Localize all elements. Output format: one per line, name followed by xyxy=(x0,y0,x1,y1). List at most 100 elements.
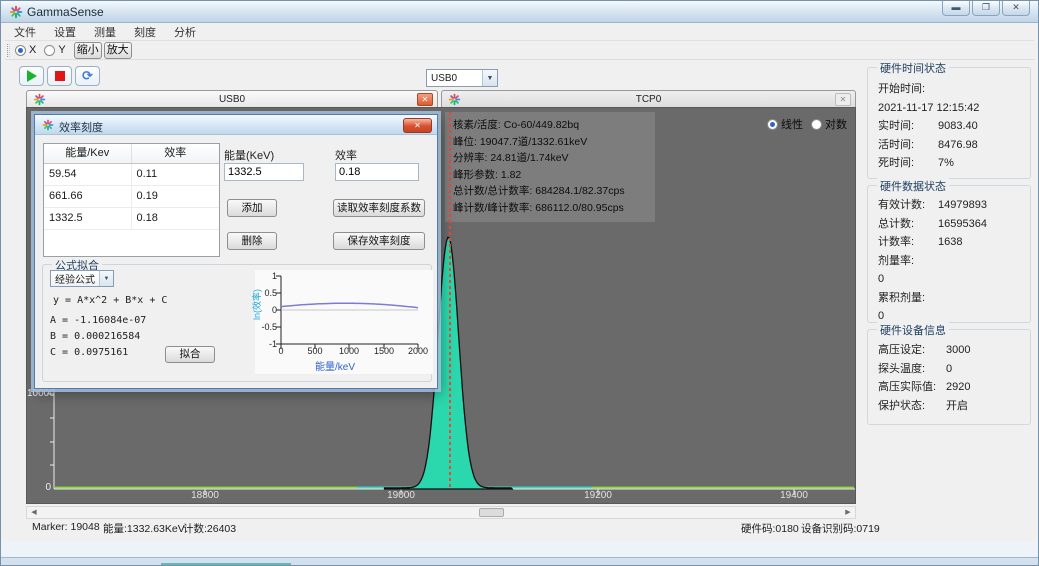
info-peak-position: 峰位: 19047.7道/1332.61keV xyxy=(453,134,647,151)
formula-select[interactable]: 经验公式 ▼ xyxy=(50,270,114,287)
tab-tcp0-close-icon[interactable]: ✕ xyxy=(835,93,851,106)
info-total-counts: 总计数/总计数率: 684284.1/82.37cps xyxy=(453,183,647,200)
x-tick-19400: 19400 xyxy=(774,490,814,501)
status-row: 高压设定:3000 xyxy=(878,341,1020,360)
window-bottom-frame xyxy=(1,541,1038,557)
delete-button[interactable]: 删除 xyxy=(227,232,277,250)
menu-settings[interactable]: 设置 xyxy=(45,23,85,41)
title-bar[interactable]: GammaSense ▬ ❐ ✕ xyxy=(1,1,1038,23)
table-header: 能量/Kev 效率 xyxy=(44,144,219,164)
window-title: GammaSense xyxy=(27,5,104,19)
fit-x-tick: 2000 xyxy=(403,346,433,356)
tab-tcp0[interactable]: TCP0 ✕ xyxy=(441,90,856,108)
scroll-right-icon[interactable]: ▶ xyxy=(841,507,855,518)
dialog-title-bar[interactable]: 效率刻度 ✕ xyxy=(35,115,437,135)
x-tick-19200: 19200 xyxy=(578,490,618,501)
formula-select-value: 经验公式 xyxy=(51,271,99,286)
status-row: 累积剂量: xyxy=(878,289,1020,308)
energy-input[interactable] xyxy=(224,163,304,181)
device-select[interactable]: USB0 ▼ xyxy=(426,69,498,87)
hardware-data-status-group: 硬件数据状态 有效计数:14979893 总计数:16595364 计数率:16… xyxy=(867,185,1031,323)
tab-usb0-close-icon[interactable]: ✕ xyxy=(417,93,433,106)
device-id: 设备识别码:0719 xyxy=(801,521,880,536)
menu-measure[interactable]: 测量 xyxy=(85,23,125,41)
tab-usb0-label: USB0 xyxy=(27,94,437,105)
cell-efficiency: 0.11 xyxy=(132,164,220,185)
axis-y-radio[interactable] xyxy=(44,45,55,56)
coefficient-b: B = 0.000216584 xyxy=(50,331,140,342)
minimize-button[interactable]: ▬ xyxy=(942,1,970,16)
scale-radio-group: 线性 对数 xyxy=(767,116,855,132)
status-row: 死时间:7% xyxy=(878,154,1020,173)
table-row[interactable]: 661.66 0.19 xyxy=(44,186,219,208)
menu-file[interactable]: 文件 xyxy=(5,23,45,41)
zoom-in-button[interactable]: 放大 xyxy=(104,42,132,59)
fit-y-tick: 1 xyxy=(255,271,277,281)
status-row: 2021-11-17 12:15:42 xyxy=(878,99,1020,118)
hardware-device-info-group: 硬件设备信息 高压设定:3000 探头温度:0 高压实际值:2920 保护状态:… xyxy=(867,329,1031,425)
group-title: 硬件时间状态 xyxy=(877,60,949,76)
group-title: 硬件数据状态 xyxy=(877,178,949,194)
maximize-button[interactable]: ❐ xyxy=(972,1,1000,16)
scrollbar-thumb[interactable] xyxy=(479,508,504,517)
marker-line[interactable] xyxy=(449,112,451,489)
menu-calibration[interactable]: 刻度 xyxy=(125,23,165,41)
menu-analysis[interactable]: 分析 xyxy=(165,23,205,41)
efficiency-input[interactable] xyxy=(335,163,419,181)
play-icon xyxy=(27,70,37,82)
hardware-code: 硬件码:0180 xyxy=(741,521,799,536)
fit-x-tick: 1500 xyxy=(369,346,399,356)
log-scale-label: 对数 xyxy=(825,116,847,132)
close-button[interactable]: ✕ xyxy=(1002,1,1030,16)
app-window: GammaSense ▬ ❐ ✕ 文件 设置 测量 刻度 分析 X Y 缩小 放… xyxy=(0,0,1039,566)
read-coefficients-button[interactable]: 读取效率刻度系数 xyxy=(333,199,425,217)
scrollbar-track[interactable] xyxy=(41,507,841,518)
coefficient-c: C = 0.0975161 xyxy=(50,347,128,358)
fit-y-axis-label: ln(效率) xyxy=(250,289,263,320)
start-button[interactable] xyxy=(19,66,44,86)
y-tick-0: 0 xyxy=(27,482,51,493)
table-row[interactable]: 1332.5 0.18 xyxy=(44,208,219,230)
info-nuclide-activity: 核素/活度: Co-60/449.82bq xyxy=(453,117,647,134)
dialog-close-button[interactable]: ✕ xyxy=(403,118,432,133)
fit-x-tick: 500 xyxy=(300,346,330,356)
scroll-left-icon[interactable]: ◀ xyxy=(27,507,41,518)
status-row: 高压实际值:2920 xyxy=(878,378,1020,397)
fit-x-tick: 1000 xyxy=(334,346,364,356)
col-energy-header: 能量/Kev xyxy=(44,144,132,163)
info-shape-parameter: 峰形参数: 1.82 xyxy=(453,167,647,184)
toolbar-grip[interactable] xyxy=(7,44,10,57)
table-row[interactable]: 59.54 0.11 xyxy=(44,164,219,186)
peak-info-overlay: 核素/活度: Co-60/449.82bq 峰位: 19047.7道/1332.… xyxy=(445,112,655,222)
menu-bar: 文件 设置 测量 刻度 分析 xyxy=(5,23,1034,40)
group-title: 硬件设备信息 xyxy=(877,322,949,338)
axis-y-label: Y xyxy=(58,44,65,56)
log-scale-radio[interactable] xyxy=(811,119,822,130)
coefficient-a: A = -1.16084e-07 xyxy=(50,315,146,326)
save-calibration-button[interactable]: 保存效率刻度 xyxy=(333,232,425,250)
info-resolution: 分辨率: 24.81道/1.74keV xyxy=(453,150,647,167)
linear-scale-radio[interactable] xyxy=(767,119,778,130)
stop-button[interactable] xyxy=(47,66,72,86)
axis-x-radio[interactable] xyxy=(15,45,26,56)
status-bar: Marker: 19048 能量:1332.63KeV 计数:26403 硬件码… xyxy=(1,518,1038,536)
x-tick-19000: 19000 xyxy=(381,490,421,501)
calibration-table[interactable]: 能量/Kev 效率 59.54 0.11 661.66 0.19 1332.5 … xyxy=(43,143,220,257)
fit-x-tick: 0 xyxy=(266,346,296,356)
efficiency-calibration-dialog: 效率刻度 ✕ 能量/Kev 效率 59.54 0.11 661.66 0.19 … xyxy=(34,114,438,389)
device-select-value: USB0 xyxy=(427,73,482,84)
add-button[interactable]: 添加 xyxy=(227,199,277,217)
status-row: 实时间:9083.40 xyxy=(878,117,1020,136)
y-tick-10000: 10000 xyxy=(27,388,51,399)
zoom-out-button[interactable]: 缩小 xyxy=(74,42,102,59)
counts-status: 计数:26403 xyxy=(183,521,236,536)
cell-efficiency: 0.19 xyxy=(132,186,220,207)
fit-y-tick: -0.5 xyxy=(255,322,277,332)
linear-scale-label: 线性 xyxy=(781,116,803,132)
status-row: 开始时间: xyxy=(878,80,1020,99)
fit-button[interactable]: 拟合 xyxy=(165,346,215,363)
energy-status: 能量:1332.63KeV xyxy=(103,521,185,536)
refresh-button[interactable]: ⟳ xyxy=(75,66,100,86)
tab-usb0[interactable]: USB0 ✕ xyxy=(26,90,438,108)
efficiency-field-label: 效率 xyxy=(335,147,357,163)
